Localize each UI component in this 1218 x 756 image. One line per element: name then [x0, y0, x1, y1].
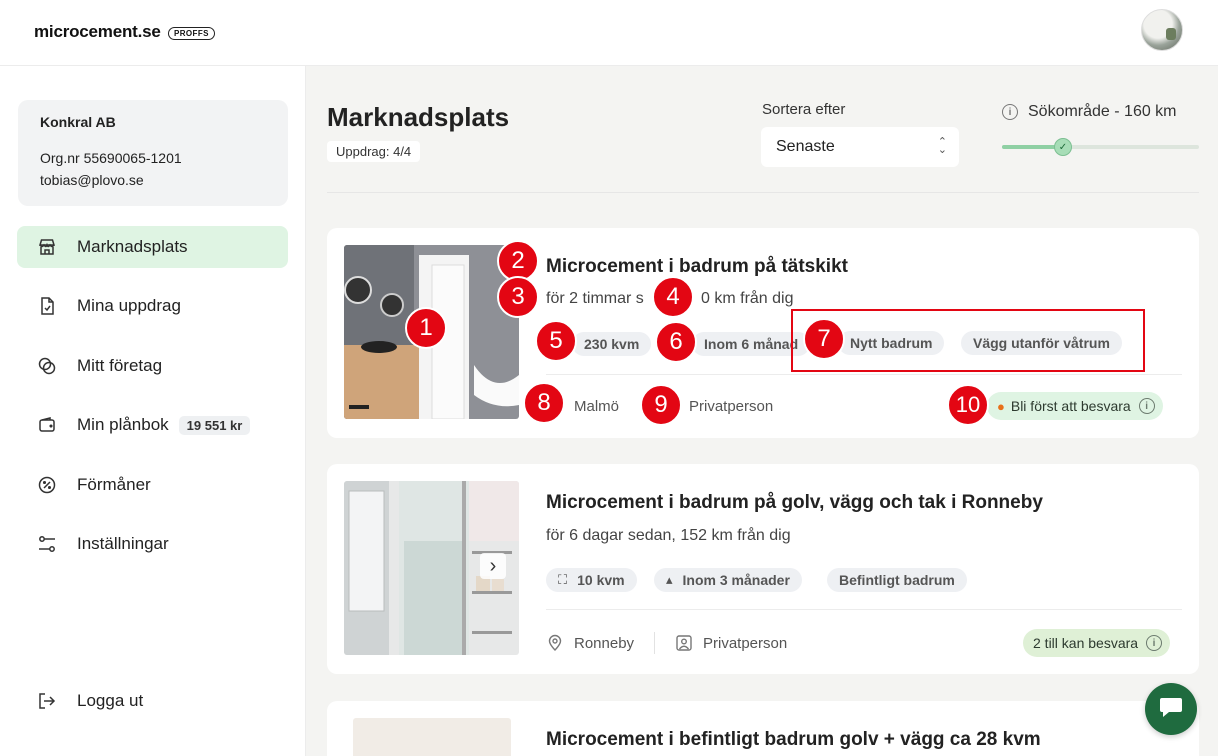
card-divider [546, 374, 1182, 375]
meta-separator [654, 632, 655, 654]
listing-customer-type: Privatperson [689, 398, 773, 415]
sidebar-item-label: Mina uppdrag [77, 296, 181, 315]
page-title: Marknadsplats [327, 102, 510, 132]
sliders-icon [37, 534, 57, 554]
logout-label: Logga ut [77, 691, 144, 710]
slider-thumb[interactable]: ✓ [1054, 138, 1072, 156]
flame-icon: ● [997, 398, 1005, 414]
chip-area: ⛶ 10 kvm [546, 568, 637, 592]
listing-card[interactable]: Microcement i befintligt badrum golv + v… [327, 701, 1199, 756]
listing-title[interactable]: Microcement i badrum på golv, vägg och t… [546, 492, 1043, 514]
listing-card[interactable]: › Microcement i badrum på golv, vägg och… [327, 464, 1199, 674]
listing-title[interactable]: Microcement i befintligt badrum golv + v… [546, 729, 1041, 751]
sidebar-item-label: Förmåner [77, 475, 151, 494]
listing-city: Malmö [574, 398, 619, 415]
info-icon[interactable]: i [1002, 104, 1018, 120]
percent-icon [37, 475, 57, 495]
sidebar-item-installningar[interactable]: Inställningar [17, 523, 288, 565]
listing-title[interactable]: Microcement i badrum på tätskikt [546, 256, 848, 278]
chat-bubble-icon [1157, 693, 1185, 726]
sidebar-item-label: Mitt företag [77, 356, 163, 375]
expand-icon: ⛶ [558, 572, 568, 587]
logout-button[interactable]: Logga ut [17, 680, 288, 722]
annotation-marker: 3 [497, 276, 539, 318]
person-icon [675, 634, 693, 652]
company-card: Konkral AB Org.nr 55690065-1201 tobias@p… [18, 100, 288, 206]
listing-customer-type: Privatperson [675, 634, 787, 652]
annotation-marker: 7 [803, 318, 845, 360]
annotation-marker: 5 [535, 320, 577, 362]
search-area-label: i Sökområde - 160 km [1002, 103, 1177, 121]
document-icon [37, 296, 57, 316]
sidebar-item-label: Min plånbok [77, 415, 169, 434]
chip-area-text: 10 kvm [577, 572, 625, 588]
sidebar: Konkral AB Org.nr 55690065-1201 tobias@p… [0, 66, 306, 756]
chat-button[interactable] [1145, 683, 1197, 735]
chip-project-type: Befintligt badrum [827, 568, 967, 592]
sidebar-item-label: Marknadsplats [77, 237, 188, 256]
company-name: Konkral AB [40, 114, 116, 130]
listing-city-text: Malmö [574, 398, 620, 415]
listing-customer-text: Privatperson [689, 398, 774, 415]
status-badge: 2 till kan besvara i [1023, 629, 1171, 657]
assignment-count-badge: Uppdrag: 4/4 [327, 141, 421, 162]
status-text: 2 till kan besvara [1033, 635, 1139, 651]
chip-area: 230 kvm [572, 332, 652, 356]
info-icon[interactable]: i [1146, 635, 1163, 651]
sort-selected-value: Senaste [776, 138, 835, 155]
annotation-marker: 1 [405, 307, 447, 349]
listing-distance: 0 km från dig [701, 290, 794, 307]
header-divider [327, 192, 1199, 193]
company-org-number: Org.nr 55690065-1201 [40, 150, 182, 166]
sidebar-item-marknadsplats[interactable]: Marknadsplats [17, 226, 288, 268]
sidebar-item-label: Inställningar [77, 534, 169, 553]
search-area-slider[interactable]: ✓ [1002, 138, 1199, 156]
listing-image[interactable] [353, 718, 511, 756]
proffs-badge: PROFFS [168, 27, 215, 40]
sidebar-item-formaner[interactable]: Förmåner [17, 464, 288, 506]
location-pin-icon [546, 634, 564, 652]
company-email: tobias@plovo.se [40, 172, 144, 188]
annotation-marker: 9 [640, 384, 682, 426]
sort-label: Sortera efter [762, 101, 846, 118]
top-bar: microcement.se PROFFS [0, 0, 1218, 66]
status-text: Bli först att besvara [1010, 398, 1131, 414]
listing-city-text: Ronneby [574, 634, 635, 652]
brand-logo[interactable]: microcement.se [34, 22, 161, 42]
annotation-marker: 4 [652, 276, 694, 318]
info-icon[interactable]: i [1138, 398, 1155, 414]
chevron-updown-icon: ⌃ ⌄ [937, 136, 947, 156]
next-image-button[interactable]: › [480, 553, 506, 579]
sort-select[interactable]: Senaste ⌃ ⌄ [761, 127, 959, 167]
listing-city: Ronneby [546, 634, 634, 652]
overlap-circles-icon [37, 356, 57, 376]
chip-timeframe-text: Inom 3 månader [682, 572, 790, 588]
status-badge: ● Bli först att besvara i [987, 392, 1163, 420]
sidebar-item-min-planbok[interactable]: Min plånbok 19 551 kr [17, 404, 288, 446]
logout-icon [37, 691, 57, 711]
wallet-balance-badge: 19 551 kr [178, 415, 251, 435]
sidebar-item-mitt-foretag[interactable]: Mitt företag [17, 345, 288, 387]
sidebar-item-mina-uppdrag[interactable]: Mina uppdrag [17, 285, 288, 327]
listing-time: för 2 timmar s [546, 290, 644, 307]
listing-subtitle: för 6 dagar sedan, 152 km från dig [546, 527, 791, 544]
flame-outline-icon: ▴ [666, 572, 673, 587]
annotation-marker: 8 [523, 382, 565, 424]
card-divider [546, 609, 1182, 610]
wallet-icon [37, 415, 57, 435]
chip-timeframe: ▴ Inom 3 månader [654, 568, 802, 592]
listing-image[interactable]: › [344, 481, 519, 655]
user-avatar[interactable] [1141, 9, 1183, 51]
listing-customer-text: Privatperson [703, 634, 788, 652]
store-icon [37, 237, 57, 257]
annotation-marker: 6 [655, 321, 697, 363]
annotation-marker: 10 [947, 384, 989, 426]
search-area-text: Sökområde - 160 km [1028, 103, 1177, 120]
